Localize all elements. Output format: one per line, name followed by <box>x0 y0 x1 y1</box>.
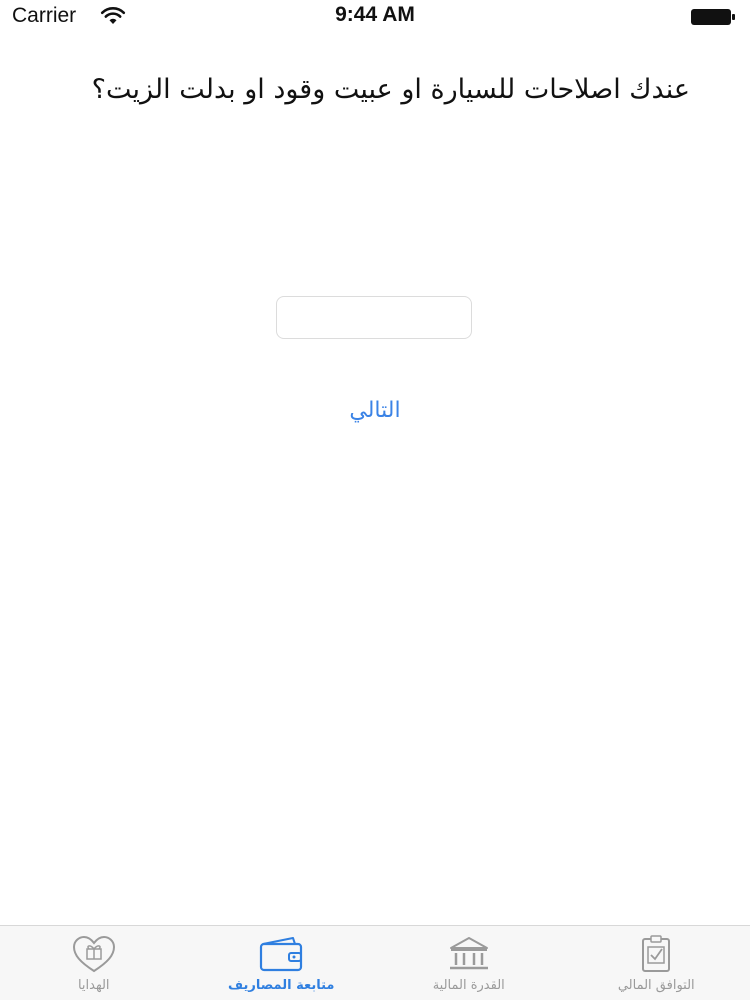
battery-icon <box>691 9 735 25</box>
next-button-label: التالي <box>349 398 401 423</box>
tab-bar: الهدايا متابعة المصاريف القدرة المالية ا… <box>0 925 750 1000</box>
answer-input[interactable] <box>276 296 472 339</box>
tab-financial-ability[interactable]: القدرة المالية <box>375 926 563 1000</box>
screen: Carrier 9:44 AM عندك اصلاحات للسيارة او … <box>0 0 750 1000</box>
status-bar: Carrier 9:44 AM <box>0 0 750 34</box>
tab-financial-compatibility[interactable]: التوافق المالي <box>563 926 750 1000</box>
tab-gifts-label: الهدايا <box>77 978 110 993</box>
bank-icon <box>449 937 488 970</box>
checklist-icon <box>642 935 671 972</box>
tab-expenses[interactable]: متابعة المصاريف <box>188 926 376 1000</box>
gift-heart-icon <box>72 935 115 973</box>
next-button[interactable]: التالي <box>0 394 750 427</box>
question-text: عندك اصلاحات للسيارة او عبيت وقود او بدل… <box>91 74 690 105</box>
wallet-icon <box>260 937 303 972</box>
tab-gifts[interactable]: الهدايا <box>0 926 188 1000</box>
tab-financial-ability-label: القدرة المالية <box>432 978 505 993</box>
tab-expenses-label: متابعة المصاريف <box>228 978 335 993</box>
clock: 9:44 AM <box>335 3 415 26</box>
tab-financial-compatibility-label: التوافق المالي <box>617 978 695 993</box>
